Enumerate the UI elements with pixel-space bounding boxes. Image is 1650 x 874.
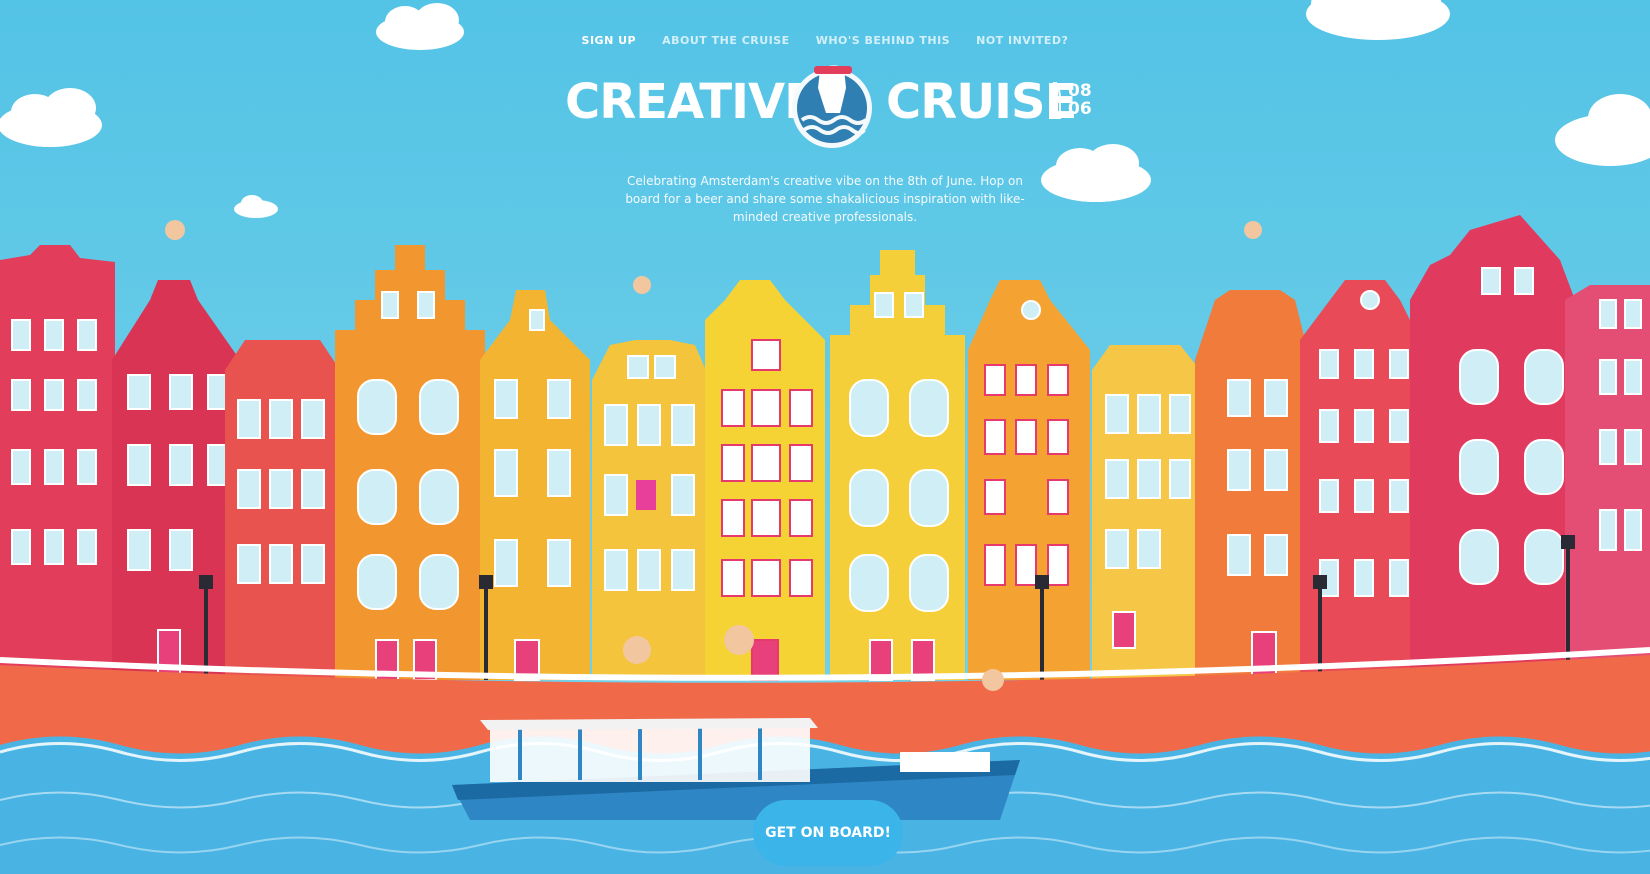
- date-day: 08: [1068, 81, 1092, 101]
- logo-word-creative: CREATIVE: [565, 74, 817, 130]
- canal-house: [480, 290, 590, 681]
- fist-emblem-icon: [792, 65, 872, 148]
- canal-house: [968, 280, 1090, 680]
- cloud-icon: [234, 195, 278, 218]
- canal-house: [112, 280, 240, 680]
- hero-tagline: Celebrating Amsterdam's creative vibe on…: [625, 174, 1025, 224]
- nav-whos-behind-this[interactable]: WHO'S BEHIND THIS: [816, 34, 950, 50]
- cloud-icon: [0, 88, 102, 147]
- nav-sign-up[interactable]: SIGN UP: [582, 34, 637, 50]
- bottle-icon: [1049, 82, 1061, 119]
- canal-house: [225, 340, 340, 680]
- canal-house: [592, 340, 710, 680]
- canal-house: [335, 245, 485, 681]
- canal-house: [0, 245, 115, 680]
- canal-house: [830, 250, 965, 681]
- get-on-board-button[interactable]: GET ON BOARD!: [753, 800, 903, 866]
- canal-house: [1410, 215, 1575, 680]
- date-month: 06: [1068, 99, 1092, 119]
- creative-cruise-logo[interactable]: CREATIVE CRUISE 08 06: [563, 58, 1093, 154]
- cloud-icon: [1555, 94, 1650, 166]
- canal-house: [1565, 285, 1650, 680]
- nav-about-the-cruise[interactable]: ABOUT THE CRUISE: [662, 34, 790, 50]
- canal-house: [1195, 290, 1310, 680]
- canal-house: [1092, 345, 1200, 680]
- event-date: 08 06: [1068, 82, 1098, 118]
- canal-houses: [0, 215, 1650, 681]
- canal-house: [705, 280, 825, 681]
- top-nav: SIGN UP ABOUT THE CRUISE WHO'S BEHIND TH…: [0, 34, 1650, 50]
- nav-not-invited[interactable]: NOT INVITED?: [976, 34, 1068, 50]
